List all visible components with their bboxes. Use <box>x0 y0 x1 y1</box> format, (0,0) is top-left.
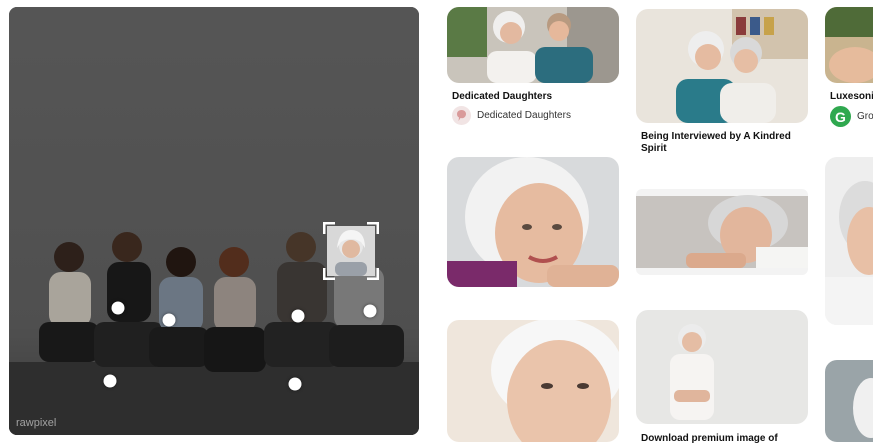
result-image-luxesonic[interactable] <box>825 7 873 83</box>
partial-photo <box>825 7 873 83</box>
result-title[interactable]: Luxesonic <box>830 91 873 103</box>
crop-selection-box[interactable] <box>323 222 379 280</box>
partial-photo <box>825 360 873 442</box>
hotspot-dot[interactable] <box>288 377 302 391</box>
hotspot-dot[interactable] <box>162 313 176 327</box>
visual-search-image[interactable]: rawpixel <box>9 7 419 435</box>
hotspot-dot[interactable] <box>111 301 125 315</box>
result-title[interactable]: Download premium image of <box>641 433 806 445</box>
hotspot-dot[interactable] <box>363 304 377 318</box>
g-logo-icon: G <box>830 106 851 127</box>
result-source-label: Dedicated Daughters <box>477 110 571 121</box>
result-image-partial[interactable] <box>825 157 873 325</box>
watermark: rawpixel <box>16 417 57 429</box>
result-source[interactable]: Dedicated Daughters <box>452 106 571 125</box>
older-woman-smiling-photo <box>447 320 619 442</box>
result-image-reclining[interactable] <box>636 189 808 275</box>
result-source[interactable]: G Gro <box>830 106 873 127</box>
result-image-smiling[interactable] <box>447 320 619 442</box>
result-image-interviewed[interactable] <box>636 9 808 123</box>
hotspot-dot[interactable] <box>291 309 305 323</box>
hotspot-dot[interactable] <box>103 374 117 388</box>
result-image-standing[interactable] <box>636 310 808 424</box>
result-source-label: Gro <box>857 111 873 122</box>
partial-photo <box>825 157 873 325</box>
result-title[interactable]: Dedicated Daughters <box>452 91 622 103</box>
two-women-photo <box>447 7 619 83</box>
result-image-dedicated-daughters[interactable] <box>447 7 619 83</box>
image-dim-overlay <box>9 7 419 435</box>
result-image-partial[interactable] <box>825 360 873 442</box>
result-image-closeup[interactable] <box>447 157 619 287</box>
older-woman-standing-photo <box>636 310 808 424</box>
older-woman-closeup-photo <box>447 157 619 287</box>
two-older-women-photo <box>636 9 808 123</box>
crop-thumbnail <box>323 222 379 280</box>
pinterest-board-icon <box>452 106 471 125</box>
older-woman-reclining-photo <box>636 189 808 275</box>
result-title[interactable]: Being Interviewed by A Kindred Spirit <box>641 131 806 155</box>
